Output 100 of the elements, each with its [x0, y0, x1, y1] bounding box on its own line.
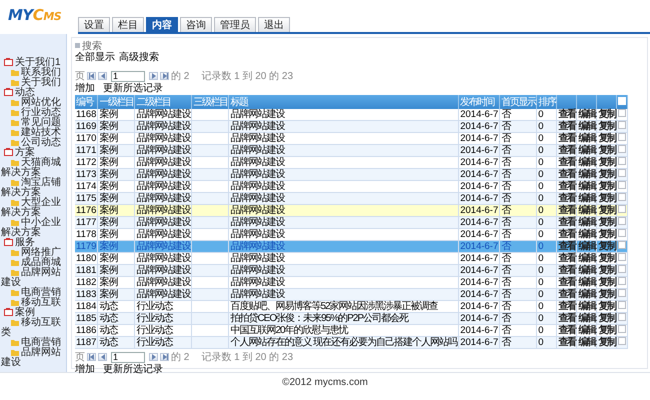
row-checkbox[interactable] — [618, 121, 626, 129]
row-checkbox[interactable] — [618, 289, 626, 297]
tab[interactable]: 咨询 — [180, 17, 212, 32]
action-link[interactable]: 编辑 — [578, 156, 596, 168]
row-checkbox[interactable] — [618, 157, 626, 165]
first-page-button[interactable] — [87, 353, 96, 361]
tree-item[interactable]: 联系我们 — [0, 68, 66, 78]
action-link[interactable]: 编辑 — [578, 312, 596, 324]
table-row[interactable]: 1187 动态 行业动态 个人网站存在的意义 现在还有必要为自己搭建个人网站吗 2014-6-7 否 0 查看 编辑 复制 — [75, 336, 628, 348]
action-link[interactable]: 复制 — [598, 312, 616, 324]
tree-item[interactable]: 中小企业解决方案 — [0, 218, 66, 238]
prev-page-button[interactable] — [98, 353, 107, 361]
table-row[interactable]: 1177 案例 品牌网站建设 品牌网站建设 2014-6-7 否 0 查看 编辑 复制 — [75, 216, 628, 228]
tab[interactable]: 内容 — [146, 17, 178, 32]
action-link[interactable]: 编辑 — [578, 168, 596, 180]
action-link[interactable]: 查看 — [558, 312, 576, 324]
tree-item[interactable]: 案例 — [0, 308, 66, 318]
tree-item[interactable]: 品牌网站建设 — [0, 348, 66, 368]
row-checkbox[interactable] — [618, 229, 626, 237]
row-checkbox[interactable] — [618, 169, 626, 177]
action-link[interactable]: 复制 — [598, 264, 616, 276]
tree-item[interactable]: 建站技术 — [0, 128, 66, 138]
action-link[interactable]: 编辑 — [578, 264, 596, 276]
action-link[interactable]: 查看 — [558, 288, 576, 300]
tree-item[interactable]: 移动互联类 — [0, 318, 66, 338]
action-link[interactable]: 复制 — [598, 192, 616, 204]
action-link[interactable]: 复制 — [598, 288, 616, 300]
action-link[interactable]: 编辑 — [578, 192, 596, 204]
table-row[interactable]: 1185 动态 行业动态 拍拍贷CEO张俊：未来95%的P2P公司都会死 2014-6-7 否 0 查看 编辑 复制 — [75, 312, 628, 324]
action-link[interactable]: 查看 — [558, 180, 576, 192]
tree-item[interactable]: 网站优化 — [0, 98, 66, 108]
row-checkbox[interactable] — [618, 253, 626, 261]
action-link[interactable]: 编辑 — [578, 252, 596, 264]
action-link[interactable]: 更新所选记录 — [103, 81, 163, 95]
action-link[interactable]: 复制 — [598, 240, 616, 252]
next-page-button[interactable] — [149, 72, 158, 80]
tree-item[interactable]: 移动互联 — [0, 298, 66, 308]
first-page-button[interactable] — [87, 72, 96, 80]
action-link[interactable]: 编辑 — [578, 300, 596, 312]
table-row[interactable]: 1176 案例 品牌网站建设 品牌网站建设 2014-6-7 否 0 查看 编辑 复制 — [75, 204, 628, 216]
tree-item[interactable]: 大型企业解决方案 — [0, 198, 66, 218]
tree-item[interactable]: 天猫商城解决方案 — [0, 158, 66, 178]
last-page-button[interactable] — [160, 72, 169, 80]
action-link[interactable]: 编辑 — [578, 276, 596, 288]
action-link[interactable]: 查看 — [558, 192, 576, 204]
action-link[interactable]: 复制 — [598, 156, 616, 168]
table-row[interactable]: 1171 案例 品牌网站建设 品牌网站建设 2014-6-7 否 0 查看 编辑 复制 — [75, 144, 628, 156]
tree-item[interactable]: 电商营销 — [0, 338, 66, 348]
action-link[interactable]: 查看 — [558, 264, 576, 276]
table-row[interactable]: 1169 案例 品牌网站建设 品牌网站建设 2014-6-7 否 0 查看 编辑 复制 — [75, 120, 628, 132]
action-link[interactable]: 编辑 — [578, 324, 596, 336]
action-link[interactable]: 查看 — [558, 120, 576, 132]
row-checkbox[interactable] — [618, 133, 626, 141]
tree-item[interactable]: 动态 — [0, 88, 66, 98]
table-row[interactable]: 1183 案例 品牌网站建设 品牌网站建设 2014-6-7 否 0 查看 编辑 复制 — [75, 288, 628, 300]
table-row[interactable]: 1173 案例 品牌网站建设 品牌网站建设 2014-6-7 否 0 查看 编辑 复制 — [75, 168, 628, 180]
action-link[interactable]: 复制 — [598, 336, 616, 348]
action-link[interactable]: 编辑 — [578, 204, 596, 216]
action-link[interactable]: 复制 — [598, 228, 616, 240]
action-link[interactable]: 复制 — [598, 276, 616, 288]
action-link[interactable]: 查看 — [558, 252, 576, 264]
row-checkbox[interactable] — [618, 181, 626, 189]
action-link[interactable]: 复制 — [598, 108, 616, 120]
row-checkbox[interactable] — [618, 301, 626, 309]
search-link[interactable]: 全部显示 — [75, 50, 115, 64]
action-link[interactable]: 增加 — [75, 362, 95, 376]
table-row[interactable]: 1181 案例 品牌网站建设 品牌网站建设 2014-6-7 否 0 查看 编辑 复制 — [75, 264, 628, 276]
tree-item[interactable]: 淘宝店铺解决方案 — [0, 178, 66, 198]
action-link[interactable]: 查看 — [558, 300, 576, 312]
tab[interactable]: 栏目 — [112, 17, 144, 32]
tree-item[interactable]: 行业动态 — [0, 108, 66, 118]
action-link[interactable]: 查看 — [558, 144, 576, 156]
action-link[interactable]: 复制 — [598, 204, 616, 216]
action-link[interactable]: 增加 — [75, 81, 95, 95]
action-link[interactable]: 编辑 — [578, 144, 596, 156]
tree-item[interactable]: 服务 — [0, 238, 66, 248]
next-page-button[interactable] — [149, 353, 158, 361]
tree-item[interactable]: 方案 — [0, 148, 66, 158]
table-row[interactable]: 1179 案例 品牌网站建设 品牌网站建设 2014-6-7 否 0 查看 编辑 复制 — [75, 240, 628, 252]
table-row[interactable]: 1175 案例 品牌网站建设 品牌网站建设 2014-6-7 否 0 查看 编辑 复制 — [75, 192, 628, 204]
row-checkbox[interactable] — [618, 217, 626, 225]
row-checkbox[interactable] — [618, 145, 626, 153]
action-link[interactable]: 查看 — [558, 276, 576, 288]
action-link[interactable]: 查看 — [558, 336, 576, 348]
row-checkbox[interactable] — [618, 193, 626, 201]
action-link[interactable]: 复制 — [598, 168, 616, 180]
action-link[interactable]: 查看 — [558, 228, 576, 240]
row-checkbox[interactable] — [618, 337, 626, 345]
action-link[interactable]: 编辑 — [578, 240, 596, 252]
action-link[interactable]: 复制 — [598, 120, 616, 132]
prev-page-button[interactable] — [98, 72, 107, 80]
last-page-button[interactable] — [160, 353, 169, 361]
tree-item[interactable]: 常见问题 — [0, 118, 66, 128]
action-link[interactable]: 查看 — [558, 156, 576, 168]
action-link[interactable]: 更新所选记录 — [103, 362, 163, 376]
action-link[interactable]: 复制 — [598, 252, 616, 264]
action-link[interactable]: 查看 — [558, 108, 576, 120]
select-all-checkbox[interactable] — [618, 96, 626, 104]
tree-item[interactable]: 成品商城 — [0, 258, 66, 268]
action-link[interactable]: 复制 — [598, 324, 616, 336]
